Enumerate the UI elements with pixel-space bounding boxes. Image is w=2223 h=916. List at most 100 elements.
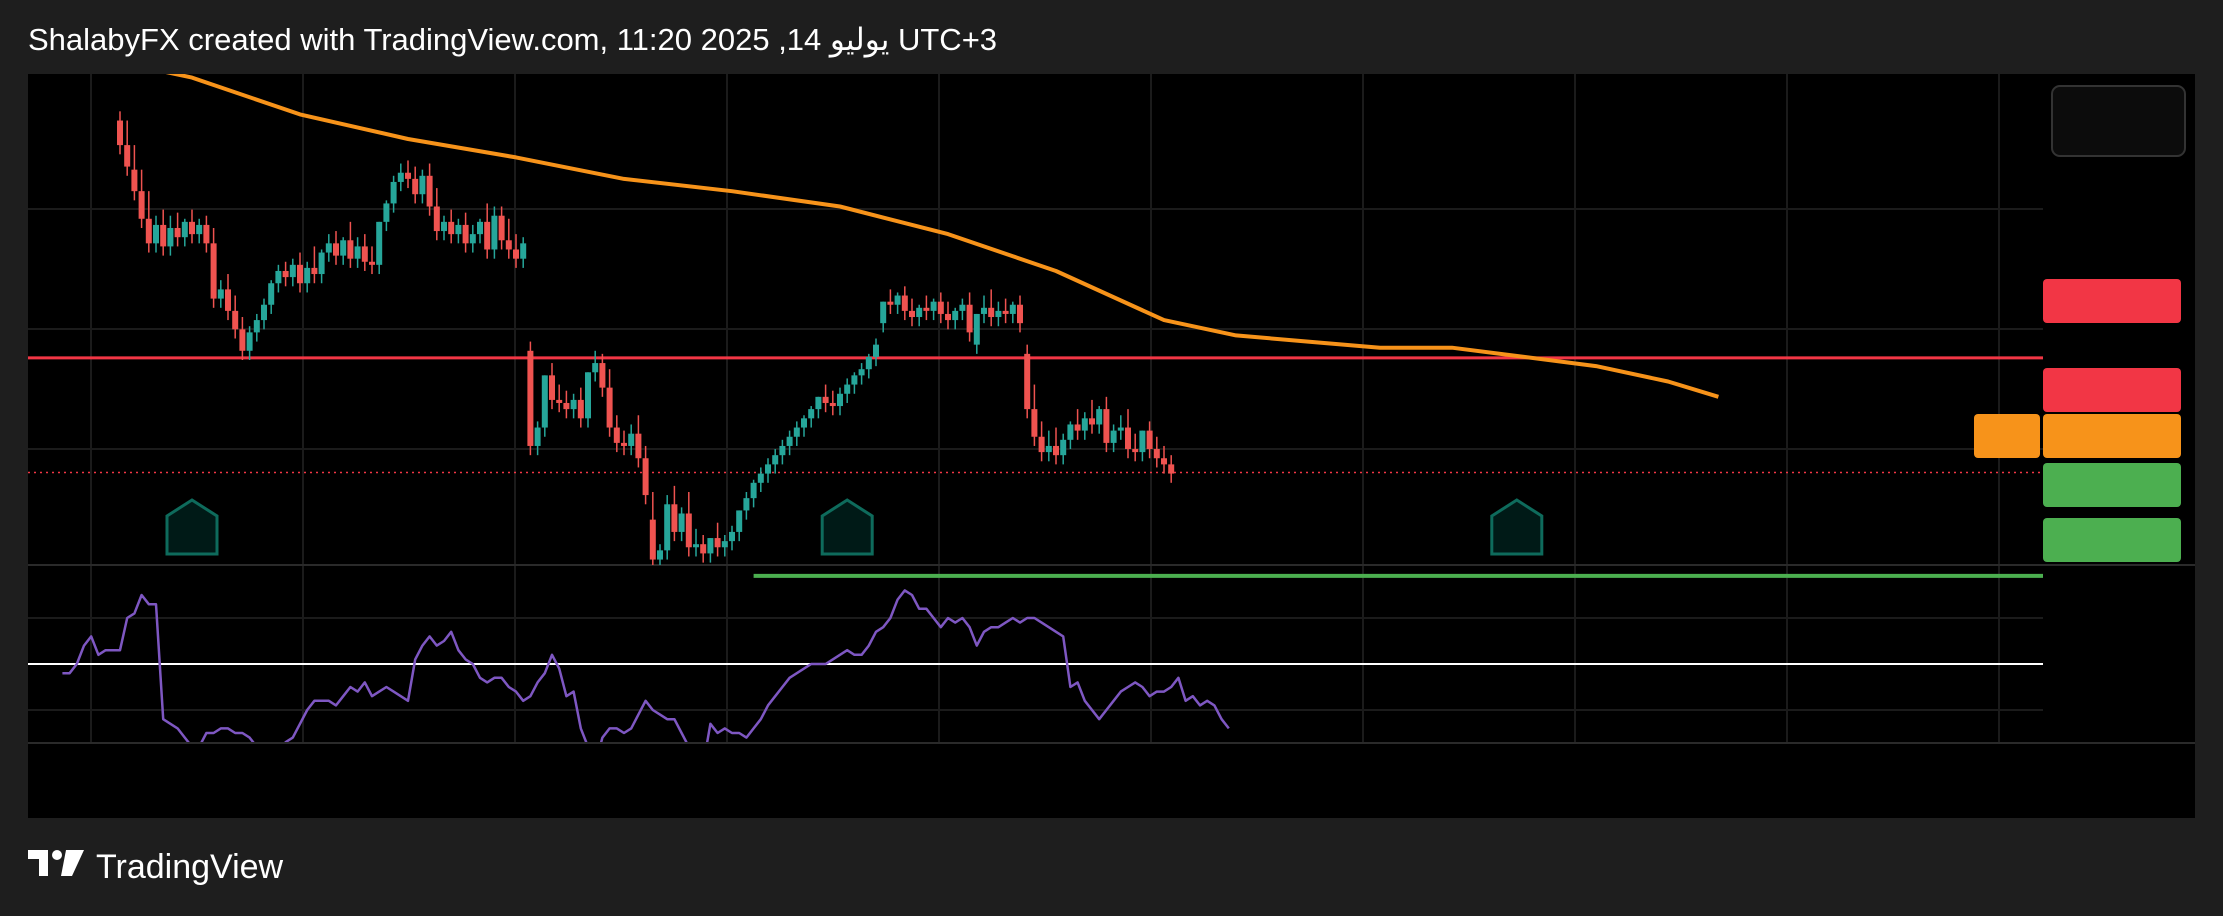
candle[interactable] — [1139, 430, 1146, 453]
candle[interactable] — [714, 538, 721, 548]
candle[interactable] — [174, 227, 181, 238]
candle[interactable] — [693, 544, 699, 548]
candle[interactable] — [923, 307, 930, 311]
candle[interactable] — [361, 246, 368, 262]
candle[interactable] — [340, 240, 347, 256]
candle[interactable] — [772, 455, 779, 465]
candle[interactable] — [441, 221, 447, 232]
candle[interactable] — [721, 541, 728, 548]
candle[interactable] — [1067, 424, 1074, 440]
candle[interactable] — [145, 218, 152, 244]
candle[interactable] — [1060, 439, 1067, 456]
candle[interactable] — [765, 464, 771, 474]
candle[interactable] — [937, 301, 944, 314]
candle[interactable] — [419, 175, 426, 195]
candle[interactable] — [138, 191, 145, 219]
candle[interactable] — [1153, 449, 1160, 459]
candle[interactable] — [354, 246, 361, 259]
candle[interactable] — [289, 264, 296, 278]
candle[interactable] — [1045, 445, 1052, 453]
candle[interactable] — [599, 363, 606, 388]
candle[interactable] — [736, 510, 743, 532]
candle[interactable] — [1117, 427, 1124, 431]
candle[interactable] — [1081, 418, 1088, 431]
candle[interactable] — [1103, 409, 1110, 443]
candle[interactable] — [837, 393, 843, 407]
candle[interactable] — [397, 172, 404, 182]
candle[interactable] — [822, 396, 829, 403]
candle[interactable] — [117, 120, 123, 146]
candle[interactable] — [498, 215, 505, 241]
candle[interactable] — [369, 261, 375, 265]
candle[interactable] — [1074, 424, 1081, 431]
candle[interactable] — [282, 270, 289, 278]
candle[interactable] — [750, 482, 757, 499]
candle[interactable] — [829, 402, 836, 407]
candle[interactable] — [930, 301, 937, 311]
candle[interactable] — [462, 224, 469, 244]
candle[interactable] — [678, 513, 685, 532]
candle[interactable] — [995, 310, 1002, 318]
candle[interactable] — [311, 267, 318, 275]
candle[interactable] — [707, 538, 714, 554]
candle[interactable] — [1110, 430, 1117, 443]
candle[interactable] — [261, 304, 267, 321]
candle[interactable] — [1125, 427, 1131, 450]
candle[interactable] — [433, 206, 440, 232]
candle[interactable] — [1168, 464, 1175, 474]
candle[interactable] — [131, 169, 138, 192]
candle[interactable] — [275, 270, 282, 284]
candle[interactable] — [945, 313, 951, 321]
candle[interactable] — [901, 295, 908, 311]
moving-average-line[interactable] — [62, 74, 1719, 399]
candle[interactable] — [189, 221, 195, 235]
candle[interactable] — [801, 418, 807, 428]
candle[interactable] — [1017, 304, 1023, 324]
candle[interactable] — [347, 240, 354, 259]
candle[interactable] — [549, 375, 555, 400]
candle[interactable] — [563, 402, 570, 410]
candle[interactable] — [484, 221, 491, 250]
candle[interactable] — [217, 289, 224, 299]
candle[interactable] — [505, 240, 512, 250]
candle[interactable] — [556, 399, 563, 403]
candle[interactable] — [815, 396, 822, 410]
candle[interactable] — [779, 445, 786, 456]
candle[interactable] — [232, 310, 239, 330]
candle[interactable] — [181, 221, 188, 238]
candle[interactable] — [1053, 445, 1059, 456]
candle[interactable] — [1002, 310, 1009, 314]
candle[interactable] — [1031, 409, 1038, 437]
candle[interactable] — [333, 243, 339, 256]
candle[interactable] — [865, 356, 872, 370]
candle[interactable] — [253, 320, 260, 333]
candle[interactable] — [1089, 418, 1095, 425]
candle[interactable] — [1024, 353, 1031, 410]
candle[interactable] — [541, 375, 548, 428]
candle[interactable] — [577, 399, 584, 419]
candle[interactable] — [685, 513, 692, 548]
candle[interactable] — [268, 283, 275, 305]
candle[interactable] — [124, 145, 131, 167]
candle[interactable] — [959, 304, 966, 311]
candle[interactable] — [153, 224, 159, 244]
candle[interactable] — [325, 243, 332, 253]
candle[interactable] — [513, 249, 519, 259]
candle[interactable] — [570, 399, 577, 410]
candle[interactable] — [196, 224, 203, 235]
candle[interactable] — [700, 544, 707, 554]
candle[interactable] — [1146, 430, 1153, 450]
candle[interactable] — [894, 295, 901, 305]
candle[interactable] — [491, 215, 498, 250]
candle[interactable] — [966, 304, 973, 333]
candle[interactable] — [1132, 449, 1139, 453]
candle[interactable] — [873, 344, 879, 357]
rsi-line[interactable] — [62, 589, 1230, 765]
candle[interactable] — [808, 409, 815, 419]
chart-frame[interactable] — [28, 74, 2195, 818]
candle[interactable] — [916, 307, 923, 318]
candle[interactable] — [671, 504, 678, 532]
candle[interactable] — [786, 436, 793, 446]
candle[interactable] — [851, 375, 858, 385]
candle[interactable] — [621, 442, 627, 446]
